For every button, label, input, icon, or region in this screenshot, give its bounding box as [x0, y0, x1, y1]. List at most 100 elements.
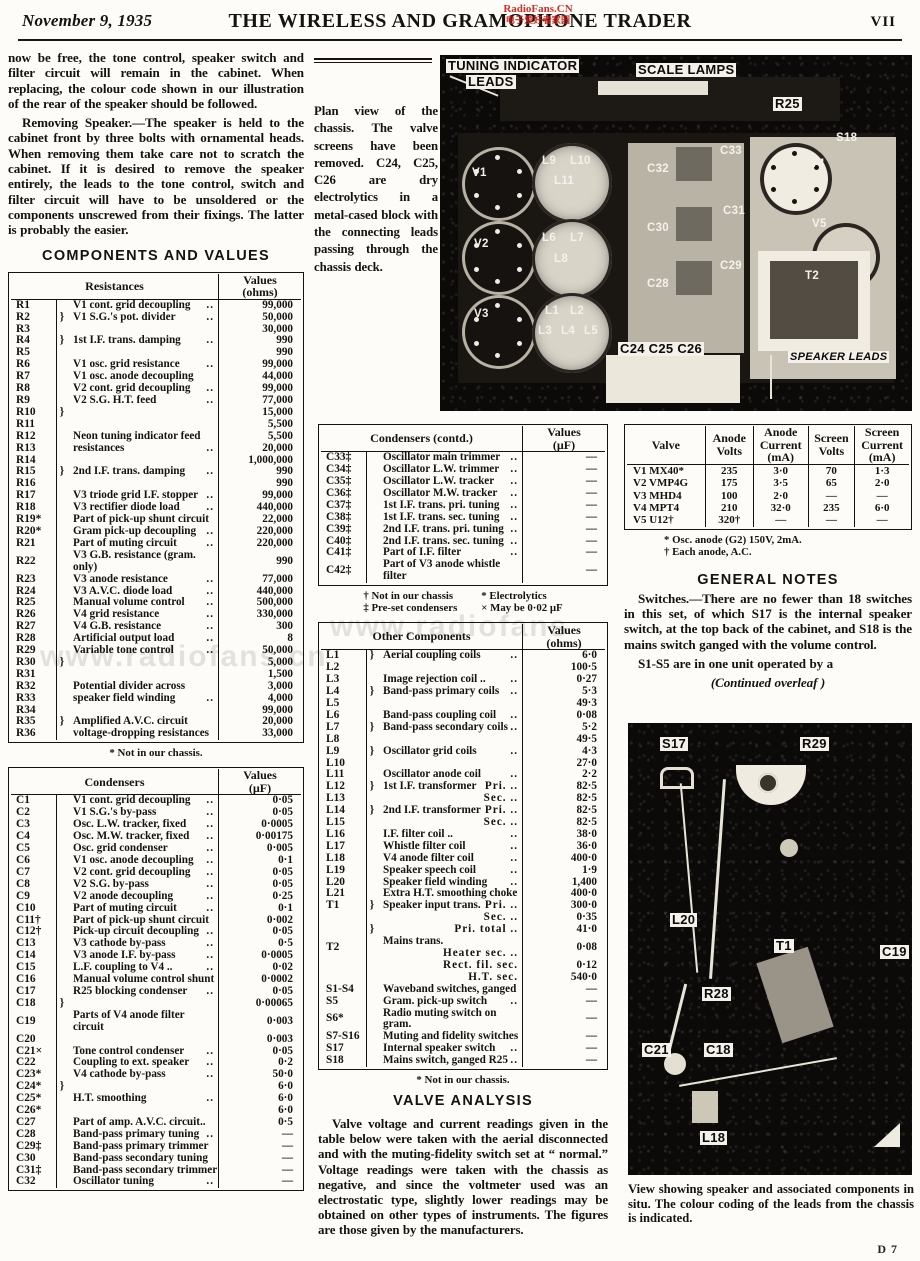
component-brace-left: [56, 585, 67, 598]
photo-label-r28: R28: [702, 986, 731, 1001]
component-brace-left: }: [56, 335, 67, 348]
valve-name: V4 MPT4: [633, 502, 680, 514]
anode-current: 32·0: [752, 502, 809, 515]
component-ref: C9: [16, 889, 30, 902]
component-description: [67, 657, 219, 669]
component-brace-left: }: [366, 804, 377, 818]
trimmer-c31: [676, 207, 712, 241]
page-footer-folio: D 7: [877, 1242, 898, 1256]
component-value: 0·1: [218, 902, 301, 915]
component-brace-left: [56, 974, 67, 986]
left-body-text: now be free, the tone control, speaker s…: [8, 50, 304, 238]
component-brace-left: [56, 609, 67, 622]
component-value: 990: [218, 549, 301, 574]
photo-label-tuning-indicator: TUNING INDICATOR: [446, 58, 580, 73]
component-ref: C8: [16, 877, 30, 890]
resistances-rows: R1 V1 cont. grid decoupling.. 99,000 R2} V1 …: [11, 299, 301, 741]
magazine-page: November 9, 1935 THE WIRELESS AND GRAMOP…: [0, 0, 920, 1261]
component-description: Part of V3 anode whistle filter: [383, 558, 501, 583]
component-brace-left: [56, 1176, 67, 1189]
component-brace-left: [56, 680, 67, 693]
component-value: 4,000: [218, 692, 301, 705]
resistances-table: Resistances Values (ohms) R1 V1 cont. gri…: [8, 271, 304, 744]
photo-label-c32: C32: [647, 163, 669, 175]
photo-label-r29: R29: [800, 736, 829, 751]
component-brace-left: [56, 950, 67, 963]
component-brace-left: [366, 499, 377, 512]
component-brace-left: [56, 926, 67, 939]
scale-lamp-strip: [598, 81, 708, 95]
leader-dots: ..: [510, 510, 518, 523]
component-value: —: [522, 523, 605, 536]
component-brace-left: [366, 828, 377, 841]
photo-label-speaker-leads: SPEAKER LEADS: [788, 351, 890, 363]
switches-runin: Switches.: [638, 590, 690, 606]
component-value: 0·00065: [218, 997, 301, 1010]
leader-dots: ..: [206, 465, 214, 478]
component-brace-left: [56, 621, 67, 634]
removing-speaker-runin: Removing Speaker.: [22, 115, 132, 131]
component-brace-left: [366, 1055, 377, 1068]
valve-socket-v4: [760, 143, 832, 215]
leader-dots: ..: [510, 851, 518, 864]
middle-column-caption: Plan view of the chassis. The valve scre…: [314, 58, 438, 276]
component-value: —: [522, 559, 605, 584]
component-value: 99,000: [218, 299, 301, 312]
component-brace-left: }: [366, 649, 377, 663]
photo-label-l8: L8: [554, 253, 569, 265]
leader-dots: ..: [206, 889, 214, 902]
valve-socket-v2: [462, 221, 536, 295]
component-value: 400·0: [522, 852, 605, 865]
component-brace-left: [56, 914, 67, 927]
photo-label-l10: L10: [570, 155, 591, 167]
photo-label-c24-c25-c26: C24 C25 C26: [618, 341, 705, 356]
anode-current: 2·0: [752, 489, 809, 502]
component-value: 5,500: [218, 418, 301, 431]
component-value: 5,500: [218, 430, 301, 443]
component-value: 41·0: [522, 923, 605, 937]
photo-label-l6: L6: [542, 232, 557, 244]
chassis-photograph: TUNING INDICATOR LEADS SCALE LAMPS R25 S18 V1…: [440, 55, 912, 411]
table-row: S6* Radio muting switch on gram. —: [321, 1007, 605, 1032]
component-brace-left: [366, 559, 377, 584]
component-brace-left: [56, 537, 67, 550]
photo-label-t1: T1: [774, 938, 794, 953]
component-brace-left: [56, 502, 67, 515]
table-row: } Pri. total .. 41·0: [321, 923, 605, 937]
photo-label-l5: L5: [584, 325, 599, 337]
component-brace-left: [366, 852, 377, 865]
table-row: L12} 1st I.F. transformer Pri. .. 82·5: [321, 780, 605, 794]
component-ref: C28: [16, 1127, 36, 1140]
photo-label-leads: LEADS: [466, 74, 516, 89]
condensers-head-label: Condensers: [11, 769, 219, 796]
leader-dots: ..: [206, 644, 214, 657]
component-value: —: [522, 547, 605, 560]
table-row: R29 Variable tone control.. 50,000: [11, 644, 301, 657]
photo-label-l2: L2: [570, 305, 585, 317]
photo-label-c28: C28: [647, 278, 669, 290]
table-row: R22 V3 G.B. resistance (gram. only) 990: [11, 549, 301, 574]
component-brace-left: [366, 733, 377, 746]
component-brace-left: [56, 633, 67, 646]
component-value: 77,000: [218, 573, 301, 586]
component-brace-left: [366, 476, 377, 488]
component-brace-left: [56, 890, 67, 903]
leader-dots: ..: [206, 334, 214, 347]
speaker-lead-wire: [770, 355, 772, 399]
component-brace-left: [56, 478, 67, 491]
speaker-photo-caption: View showing speaker and associated comp…: [628, 1182, 914, 1226]
photo-label-v5: V5: [812, 218, 827, 230]
leader-dots: ..: [510, 744, 518, 757]
general-notes-heading: GENERAL NOTES: [697, 571, 839, 588]
component-description: Band-pass secondary coils..: [377, 721, 523, 734]
table-row: R12 Neon tuning indicator feed 5,500: [11, 430, 301, 443]
condensers-contd-head-label: Condensers (contd.): [321, 426, 523, 453]
components-and-values-heading: COMPONENTS AND VALUES: [42, 247, 270, 264]
leader-dots: ..: [206, 691, 214, 704]
valve-table-rows: V1 MX40* 235 3·0 70 1·3 V2 VMP4G 175 3·5 65 2·0 V3…: [627, 464, 909, 527]
leader-dots: ..: [510, 994, 518, 1007]
table-row: L4} Band-pass primary coils.. 5·3: [321, 685, 605, 698]
table-row: R33 speaker field winding.. 4,000: [11, 691, 301, 705]
leader-dots: ..: [206, 1092, 214, 1105]
component-brace-left: [56, 728, 67, 741]
